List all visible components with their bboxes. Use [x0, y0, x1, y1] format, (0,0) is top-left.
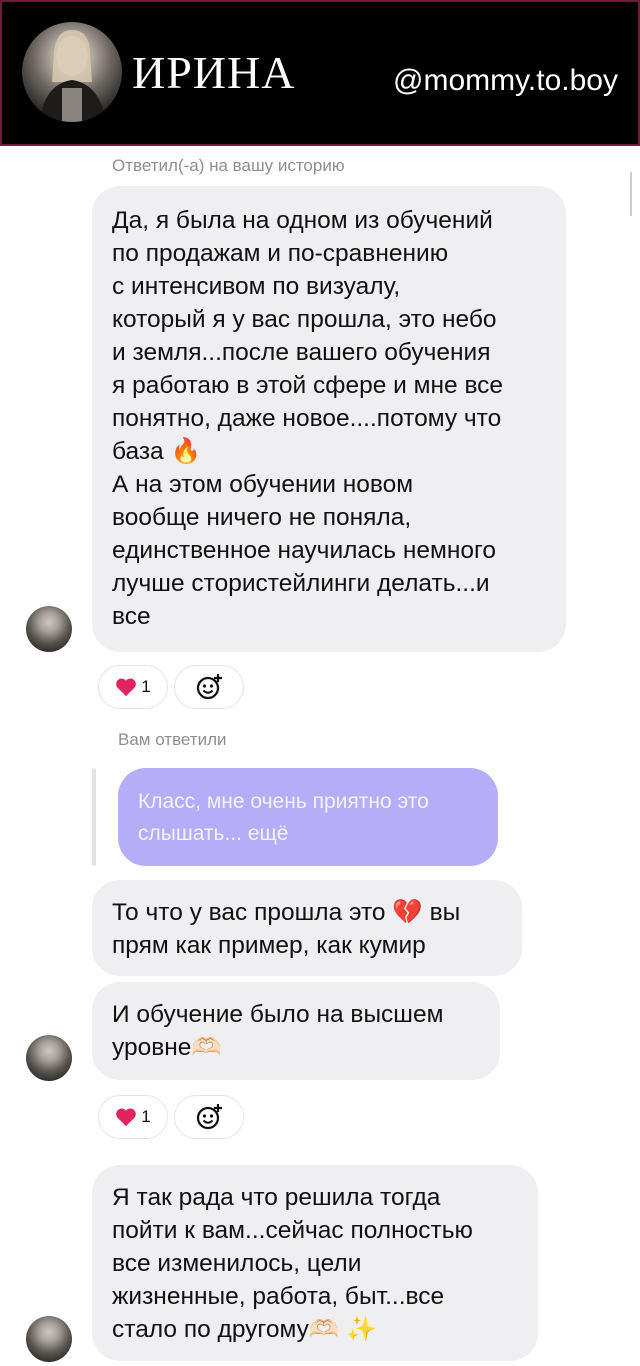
- reaction-heart[interactable]: 1: [98, 665, 168, 709]
- reaction-count: 1: [141, 1107, 151, 1126]
- story-reply-label: Ответил(-а) на вашу историю: [112, 156, 345, 175]
- person-photo-icon: [40, 30, 106, 122]
- add-reaction-icon: [196, 1104, 222, 1130]
- message-bubble[interactable]: Да, я была на одном из обучений по прода…: [92, 186, 566, 652]
- message-bubble[interactable]: То что у вас прошла это 💔 вы прям как пр…: [92, 880, 522, 976]
- add-reaction-button[interactable]: [174, 665, 244, 709]
- profile-header: ИРИНА @mommy.to.boy: [0, 0, 640, 146]
- reaction-heart[interactable]: 1: [98, 1095, 168, 1139]
- profile-name: ИРИНА: [132, 47, 296, 98]
- sender-avatar[interactable]: [26, 1316, 72, 1362]
- add-reaction-icon: [196, 674, 222, 700]
- sender-avatar[interactable]: [26, 606, 72, 652]
- profile-handle[interactable]: @mommy.to.boy: [393, 64, 618, 98]
- sender-avatar[interactable]: [26, 1035, 72, 1081]
- message-bubble[interactable]: Я так рада что решила тогда пойти к вам.…: [92, 1165, 538, 1361]
- you-replied-label: Вам ответили: [118, 730, 227, 749]
- scrollbar[interactable]: [630, 172, 632, 216]
- header-avatar[interactable]: [22, 22, 122, 122]
- reaction-count: 1: [141, 677, 151, 696]
- quoted-reply-bubble[interactable]: Класс, мне очень приятно это слышать... …: [118, 768, 498, 866]
- add-reaction-button[interactable]: [174, 1095, 244, 1139]
- heart-icon: [116, 1108, 137, 1127]
- message-bubble[interactable]: И обучение было на высшем уровне🫶🏻: [92, 982, 500, 1080]
- heart-icon: [116, 678, 137, 697]
- quote-bar: [92, 768, 96, 866]
